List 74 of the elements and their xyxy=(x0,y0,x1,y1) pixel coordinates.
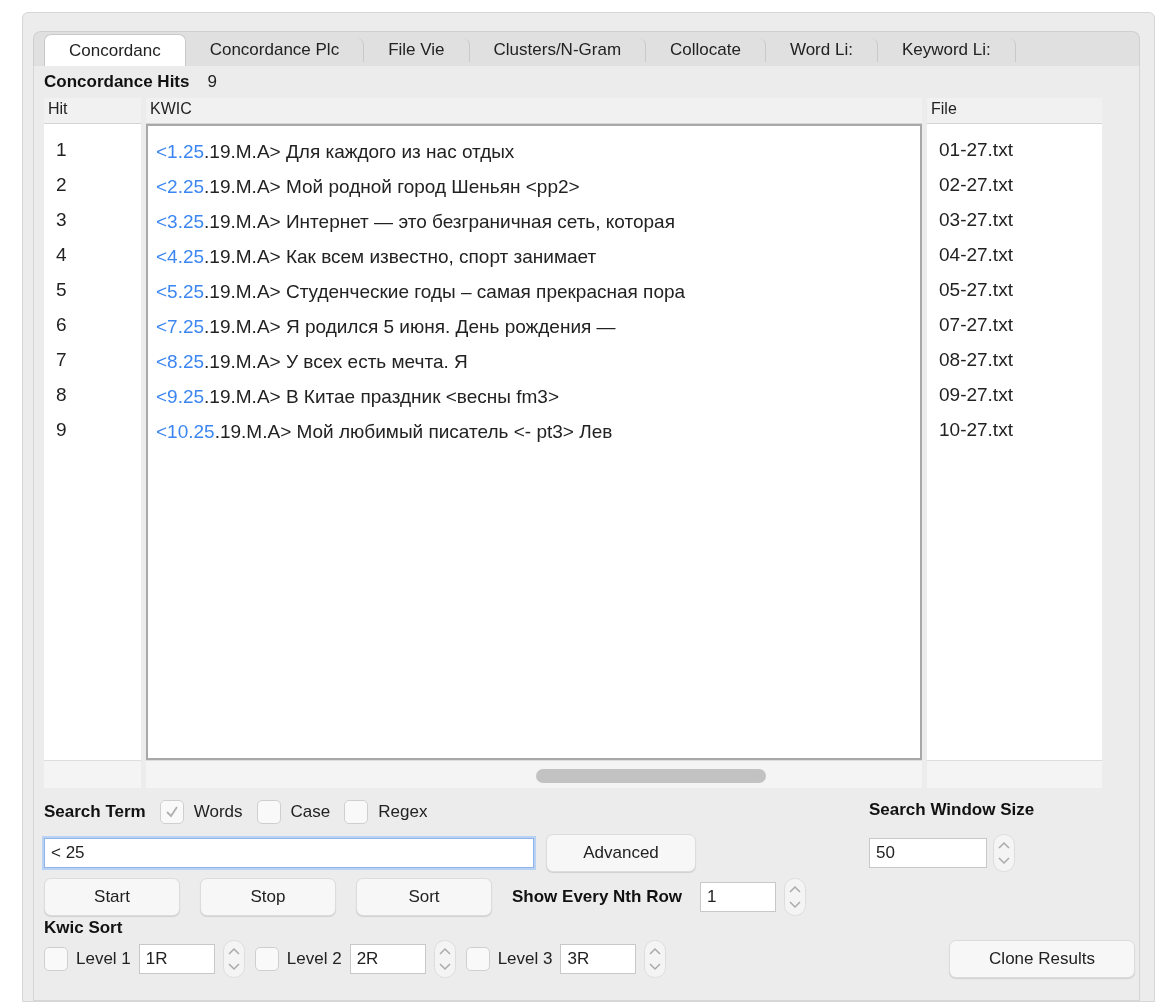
level-field[interactable]: 1R xyxy=(138,944,215,974)
level-label: Level 3 xyxy=(497,949,553,969)
level-field[interactable]: 3R xyxy=(560,944,637,974)
level-field[interactable]: 2R xyxy=(349,944,426,974)
table-cell-text: 03-27.txt xyxy=(939,208,1014,231)
level-label: Level 1 xyxy=(76,949,131,969)
tab[interactable]: Concordance Plc xyxy=(185,38,365,62)
checkbox[interactable] xyxy=(256,800,281,824)
spinner-icon[interactable] xyxy=(993,834,1015,872)
table-cell-text: <7.25.19.M.A> Я родился 5 июня. День рождения — xyxy=(156,315,617,338)
search-window-label: Search Window Size xyxy=(869,800,1036,821)
table-cell-text: 05-27.txt xyxy=(939,278,1014,301)
column-header[interactable]: Hit xyxy=(44,98,141,124)
table-cell-text: 8 xyxy=(56,383,68,406)
spinner-icon[interactable] xyxy=(644,940,667,978)
nth-row-label: Show Every Nth Row xyxy=(512,887,683,907)
horizontal-scrollbar[interactable] xyxy=(146,760,922,788)
table-cell-text: 4 xyxy=(56,243,68,266)
table-cell-text: <8.25.19.M.A> У всех есть мечта. Я xyxy=(156,350,469,373)
search-term-label: Search Term xyxy=(44,802,146,822)
action-button[interactable]: Sort xyxy=(356,878,492,916)
table-cell-text: 04-27.txt xyxy=(939,243,1014,266)
column-header[interactable]: KWIC xyxy=(146,98,922,124)
hits-count: 9 xyxy=(207,72,217,92)
spinner-icon[interactable] xyxy=(222,940,245,978)
table-cell-text: 2 xyxy=(56,173,68,196)
checkbox[interactable] xyxy=(254,947,279,971)
checkbox-label: Regex xyxy=(378,802,428,822)
table-cell-text: 6 xyxy=(56,313,68,336)
tab[interactable]: Collocate xyxy=(646,38,766,62)
table-cell-text: 7 xyxy=(56,348,68,371)
table-cell-text: <4.25.19.M.A> Как всем известно, спорт занимает xyxy=(156,245,598,268)
check-icon xyxy=(163,804,180,820)
column-header[interactable]: File xyxy=(927,98,1102,124)
hits-label: Concordance Hits xyxy=(44,72,190,92)
table-cell-text: <1.25.19.M.A> Для каждого из нас отдых xyxy=(156,140,516,163)
search-field[interactable]: < 25 xyxy=(44,838,534,868)
window-size-field[interactable]: 50 xyxy=(869,838,987,868)
table-cell-text: <3.25.19.M.A> Интернет — это безграничная сеть, которая xyxy=(156,210,676,233)
checkbox[interactable] xyxy=(44,947,68,971)
table-cell-text: <5.25.19.M.A> Студенческие годы – самая прекрасная пора xyxy=(156,280,687,303)
table-cell-text: <10.25.19.M.A> Мой любимый писатель <- pt3> Лев xyxy=(156,420,614,443)
action-button[interactable]: Start xyxy=(44,878,180,916)
tab[interactable]: Concordanc xyxy=(44,34,186,66)
spinner-icon[interactable] xyxy=(784,878,807,916)
tab[interactable]: File Vie xyxy=(364,38,470,62)
table-cell-text: 08-27.txt xyxy=(939,348,1014,371)
table-cell-text: <2.25.19.M.A> Мой родной город Шеньян <pp2> xyxy=(156,175,581,198)
checkbox[interactable] xyxy=(344,800,369,824)
kwic-sort-label: Kwic Sort xyxy=(44,918,124,938)
table-cell-text: 09-27.txt xyxy=(939,383,1014,406)
table-cell-text: <9.25.19.M.A> В Китае праздник <весны fm3> xyxy=(156,385,560,408)
spinner-icon[interactable] xyxy=(433,940,456,978)
checkbox-label: Case xyxy=(290,802,331,822)
table-cell-text: 1 xyxy=(56,138,68,161)
level-label: Level 2 xyxy=(286,949,342,969)
clone-results-button[interactable]: Clone Results xyxy=(949,940,1135,978)
tab[interactable]: Clusters/N-Gram xyxy=(469,38,647,62)
tab[interactable]: Word Li: xyxy=(765,38,878,62)
table-cell-text: 01-27.txt xyxy=(939,138,1014,161)
table-cell-text: 10-27.txt xyxy=(939,418,1014,441)
nth-row-field[interactable]: 1 xyxy=(700,882,777,912)
table-cell-text: 5 xyxy=(56,278,68,301)
table-cell-text: 9 xyxy=(56,418,68,441)
checkbox[interactable] xyxy=(465,947,490,971)
table-cell-text: 02-27.txt xyxy=(939,173,1014,196)
checkbox[interactable] xyxy=(159,800,184,824)
action-button[interactable]: Stop xyxy=(200,878,336,916)
checkbox-label: Words xyxy=(193,802,243,822)
table-cell-text: 07-27.txt xyxy=(939,313,1014,336)
table-cell-text: 3 xyxy=(56,208,68,231)
advanced-button[interactable]: Advanced xyxy=(546,834,696,872)
tab[interactable]: Keyword Li: xyxy=(877,38,1016,62)
scrollbar-thumb[interactable] xyxy=(536,769,766,783)
